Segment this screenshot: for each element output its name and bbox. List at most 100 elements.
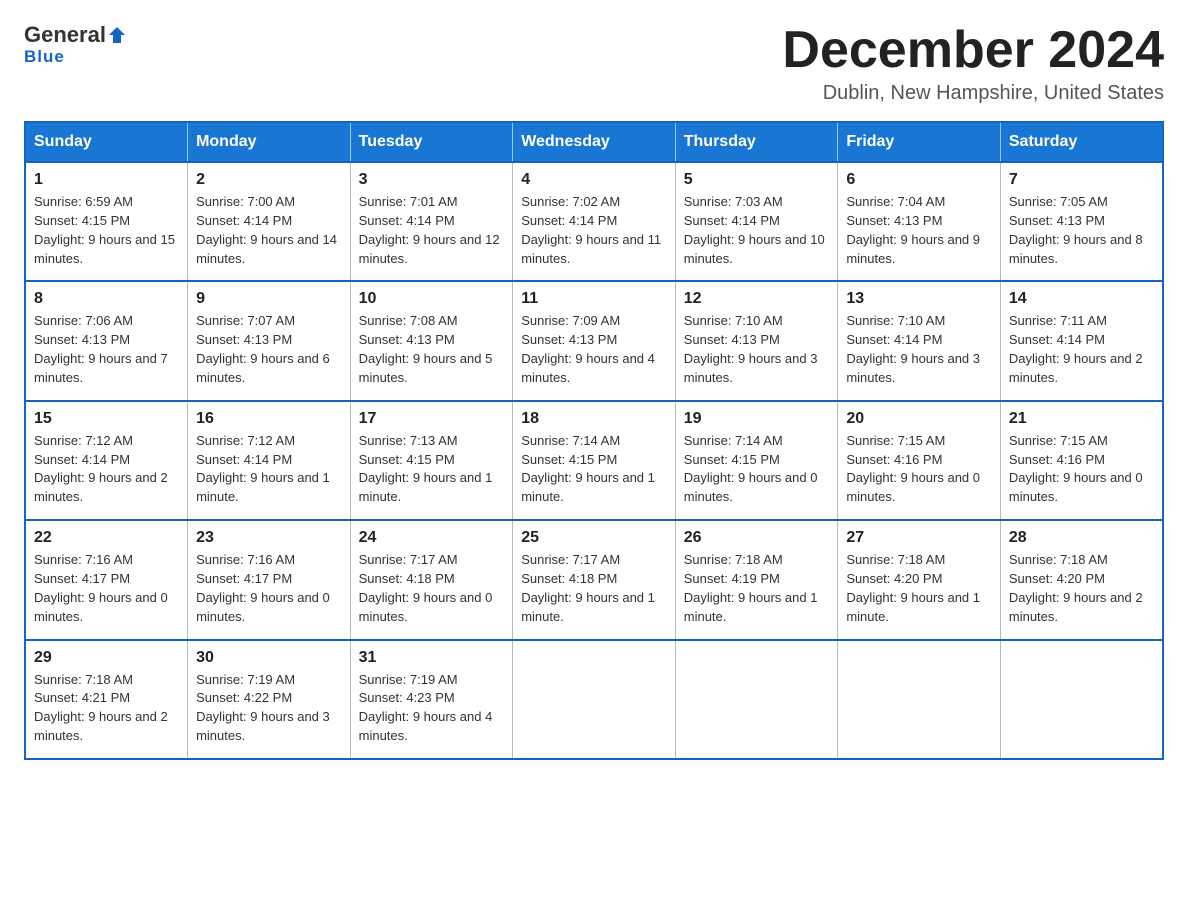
day-info: Sunrise: 7:08 AMSunset: 4:13 PMDaylight:… [359, 312, 505, 387]
calendar-cell: 4 Sunrise: 7:02 AMSunset: 4:14 PMDayligh… [513, 162, 676, 281]
day-info: Sunrise: 7:12 AMSunset: 4:14 PMDaylight:… [196, 432, 342, 507]
day-info: Sunrise: 7:14 AMSunset: 4:15 PMDaylight:… [684, 432, 830, 507]
calendar-cell: 9 Sunrise: 7:07 AMSunset: 4:13 PMDayligh… [188, 281, 351, 400]
calendar-cell: 16 Sunrise: 7:12 AMSunset: 4:14 PMDaylig… [188, 401, 351, 520]
day-number: 1 [34, 171, 179, 189]
day-number: 19 [684, 410, 830, 428]
calendar-cell: 31 Sunrise: 7:19 AMSunset: 4:23 PMDaylig… [350, 640, 513, 759]
day-number: 17 [359, 410, 505, 428]
calendar-week-row: 8 Sunrise: 7:06 AMSunset: 4:13 PMDayligh… [25, 281, 1163, 400]
day-number: 16 [196, 410, 342, 428]
month-title: December 2024 [782, 24, 1164, 76]
header-thursday: Thursday [675, 122, 838, 162]
day-number: 4 [521, 171, 667, 189]
page-header: General Blue December 2024 Dublin, New H… [24, 24, 1164, 105]
day-info: Sunrise: 7:15 AMSunset: 4:16 PMDaylight:… [1009, 432, 1154, 507]
header-tuesday: Tuesday [350, 122, 513, 162]
calendar-cell: 8 Sunrise: 7:06 AMSunset: 4:13 PMDayligh… [25, 281, 188, 400]
calendar-header-row: SundayMondayTuesdayWednesdayThursdayFrid… [25, 122, 1163, 162]
calendar-cell: 1 Sunrise: 6:59 AMSunset: 4:15 PMDayligh… [25, 162, 188, 281]
day-info: Sunrise: 7:14 AMSunset: 4:15 PMDaylight:… [521, 432, 667, 507]
calendar-cell: 23 Sunrise: 7:16 AMSunset: 4:17 PMDaylig… [188, 520, 351, 639]
day-number: 23 [196, 529, 342, 547]
day-number: 31 [359, 649, 505, 667]
day-info: Sunrise: 7:13 AMSunset: 4:15 PMDaylight:… [359, 432, 505, 507]
calendar-cell: 30 Sunrise: 7:19 AMSunset: 4:22 PMDaylig… [188, 640, 351, 759]
day-number: 28 [1009, 529, 1154, 547]
day-number: 13 [846, 290, 992, 308]
calendar-cell: 7 Sunrise: 7:05 AMSunset: 4:13 PMDayligh… [1000, 162, 1163, 281]
day-number: 5 [684, 171, 830, 189]
day-info: Sunrise: 7:05 AMSunset: 4:13 PMDaylight:… [1009, 193, 1154, 268]
day-info: Sunrise: 6:59 AMSunset: 4:15 PMDaylight:… [34, 193, 179, 268]
calendar-cell: 15 Sunrise: 7:12 AMSunset: 4:14 PMDaylig… [25, 401, 188, 520]
calendar-table: SundayMondayTuesdayWednesdayThursdayFrid… [24, 121, 1164, 760]
day-info: Sunrise: 7:18 AMSunset: 4:20 PMDaylight:… [1009, 551, 1154, 626]
day-number: 20 [846, 410, 992, 428]
day-info: Sunrise: 7:19 AMSunset: 4:22 PMDaylight:… [196, 671, 342, 746]
calendar-cell: 3 Sunrise: 7:01 AMSunset: 4:14 PMDayligh… [350, 162, 513, 281]
day-info: Sunrise: 7:18 AMSunset: 4:19 PMDaylight:… [684, 551, 830, 626]
title-block: December 2024 Dublin, New Hampshire, Uni… [782, 24, 1164, 105]
calendar-week-row: 1 Sunrise: 6:59 AMSunset: 4:15 PMDayligh… [25, 162, 1163, 281]
calendar-cell: 13 Sunrise: 7:10 AMSunset: 4:14 PMDaylig… [838, 281, 1001, 400]
day-info: Sunrise: 7:07 AMSunset: 4:13 PMDaylight:… [196, 312, 342, 387]
day-info: Sunrise: 7:09 AMSunset: 4:13 PMDaylight:… [521, 312, 667, 387]
day-info: Sunrise: 7:16 AMSunset: 4:17 PMDaylight:… [34, 551, 179, 626]
calendar-cell: 6 Sunrise: 7:04 AMSunset: 4:13 PMDayligh… [838, 162, 1001, 281]
calendar-cell: 17 Sunrise: 7:13 AMSunset: 4:15 PMDaylig… [350, 401, 513, 520]
header-wednesday: Wednesday [513, 122, 676, 162]
header-friday: Friday [838, 122, 1001, 162]
calendar-cell: 20 Sunrise: 7:15 AMSunset: 4:16 PMDaylig… [838, 401, 1001, 520]
calendar-cell: 22 Sunrise: 7:16 AMSunset: 4:17 PMDaylig… [25, 520, 188, 639]
day-info: Sunrise: 7:02 AMSunset: 4:14 PMDaylight:… [521, 193, 667, 268]
calendar-cell [513, 640, 676, 759]
day-info: Sunrise: 7:16 AMSunset: 4:17 PMDaylight:… [196, 551, 342, 626]
day-number: 24 [359, 529, 505, 547]
logo-arrow-icon [107, 25, 127, 45]
day-number: 25 [521, 529, 667, 547]
day-info: Sunrise: 7:10 AMSunset: 4:14 PMDaylight:… [846, 312, 992, 387]
header-sunday: Sunday [25, 122, 188, 162]
calendar-cell [838, 640, 1001, 759]
calendar-cell [1000, 640, 1163, 759]
calendar-cell: 19 Sunrise: 7:14 AMSunset: 4:15 PMDaylig… [675, 401, 838, 520]
day-number: 9 [196, 290, 342, 308]
day-number: 11 [521, 290, 667, 308]
day-info: Sunrise: 7:15 AMSunset: 4:16 PMDaylight:… [846, 432, 992, 507]
day-info: Sunrise: 7:19 AMSunset: 4:23 PMDaylight:… [359, 671, 505, 746]
day-number: 12 [684, 290, 830, 308]
day-info: Sunrise: 7:12 AMSunset: 4:14 PMDaylight:… [34, 432, 179, 507]
day-info: Sunrise: 7:18 AMSunset: 4:21 PMDaylight:… [34, 671, 179, 746]
day-number: 14 [1009, 290, 1154, 308]
day-info: Sunrise: 7:18 AMSunset: 4:20 PMDaylight:… [846, 551, 992, 626]
calendar-week-row: 15 Sunrise: 7:12 AMSunset: 4:14 PMDaylig… [25, 401, 1163, 520]
calendar-cell: 2 Sunrise: 7:00 AMSunset: 4:14 PMDayligh… [188, 162, 351, 281]
calendar-cell: 12 Sunrise: 7:10 AMSunset: 4:13 PMDaylig… [675, 281, 838, 400]
header-monday: Monday [188, 122, 351, 162]
calendar-cell: 11 Sunrise: 7:09 AMSunset: 4:13 PMDaylig… [513, 281, 676, 400]
day-number: 8 [34, 290, 179, 308]
calendar-cell: 27 Sunrise: 7:18 AMSunset: 4:20 PMDaylig… [838, 520, 1001, 639]
calendar-cell: 29 Sunrise: 7:18 AMSunset: 4:21 PMDaylig… [25, 640, 188, 759]
day-number: 22 [34, 529, 179, 547]
calendar-cell: 14 Sunrise: 7:11 AMSunset: 4:14 PMDaylig… [1000, 281, 1163, 400]
day-info: Sunrise: 7:03 AMSunset: 4:14 PMDaylight:… [684, 193, 830, 268]
day-number: 6 [846, 171, 992, 189]
calendar-cell: 25 Sunrise: 7:17 AMSunset: 4:18 PMDaylig… [513, 520, 676, 639]
calendar-cell: 5 Sunrise: 7:03 AMSunset: 4:14 PMDayligh… [675, 162, 838, 281]
day-info: Sunrise: 7:00 AMSunset: 4:14 PMDaylight:… [196, 193, 342, 268]
calendar-cell: 18 Sunrise: 7:14 AMSunset: 4:15 PMDaylig… [513, 401, 676, 520]
calendar-cell: 10 Sunrise: 7:08 AMSunset: 4:13 PMDaylig… [350, 281, 513, 400]
day-number: 21 [1009, 410, 1154, 428]
day-number: 26 [684, 529, 830, 547]
logo-blue-text: Blue [24, 47, 65, 67]
day-number: 10 [359, 290, 505, 308]
day-number: 3 [359, 171, 505, 189]
logo: General Blue [24, 24, 127, 67]
calendar-week-row: 22 Sunrise: 7:16 AMSunset: 4:17 PMDaylig… [25, 520, 1163, 639]
day-info: Sunrise: 7:10 AMSunset: 4:13 PMDaylight:… [684, 312, 830, 387]
day-number: 27 [846, 529, 992, 547]
day-info: Sunrise: 7:06 AMSunset: 4:13 PMDaylight:… [34, 312, 179, 387]
day-number: 2 [196, 171, 342, 189]
